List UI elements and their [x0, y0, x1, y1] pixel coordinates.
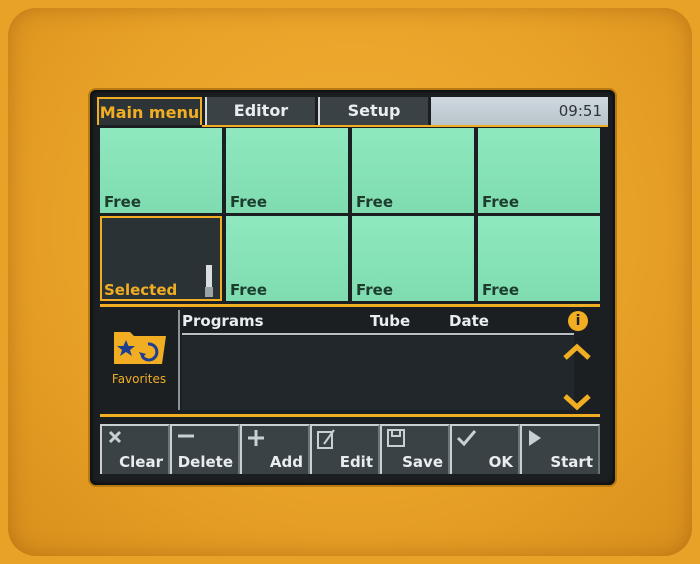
- divider: [100, 414, 600, 417]
- slot-6[interactable]: Free: [226, 216, 348, 301]
- divider: [100, 304, 600, 307]
- scroll-down-icon[interactable]: [562, 392, 592, 412]
- slot-label: Free: [230, 193, 268, 211]
- program-slot-grid: Free Free Free Free Selected Free Free F…: [100, 128, 600, 304]
- tab-setup[interactable]: Setup: [318, 97, 428, 125]
- slot-3[interactable]: Free: [352, 128, 474, 213]
- play-icon: [529, 430, 541, 446]
- plus-icon: [248, 430, 264, 446]
- clock-display: 09:51: [558, 102, 602, 120]
- checkmark-icon: [456, 430, 477, 447]
- slot-label: Free: [356, 281, 394, 299]
- slot-7[interactable]: Free: [352, 216, 474, 301]
- tab-editor[interactable]: Editor: [205, 97, 315, 125]
- edit-label: Edit: [339, 453, 373, 471]
- tab-main-menu[interactable]: Main menu: [97, 97, 202, 125]
- favorites-label: Favorites: [111, 372, 167, 386]
- floppy-disk-icon: [387, 429, 405, 447]
- program-list[interactable]: [182, 336, 574, 410]
- delete-button[interactable]: Delete: [170, 424, 240, 474]
- start-button[interactable]: Start: [520, 424, 600, 474]
- scroll-up-icon[interactable]: [562, 342, 592, 362]
- col-programs[interactable]: Programs: [182, 312, 264, 330]
- clear-label: Clear: [119, 453, 163, 471]
- minus-icon: [178, 434, 194, 438]
- folder-star-icon: [114, 332, 166, 364]
- edit-button[interactable]: Edit: [310, 424, 380, 474]
- save-button[interactable]: Save: [380, 424, 450, 474]
- tab-underline: [202, 125, 608, 127]
- tab-bar: Main menu Editor Setup 09:51: [97, 97, 608, 127]
- slot-8[interactable]: Free: [478, 216, 600, 301]
- delete-label: Delete: [177, 453, 233, 471]
- slot-label: Selected: [104, 281, 178, 299]
- x-icon: [108, 430, 122, 444]
- ok-label: OK: [488, 453, 513, 471]
- add-label: Add: [269, 453, 303, 471]
- clear-button[interactable]: Clear: [100, 424, 170, 474]
- test-tube-icon: [205, 265, 213, 297]
- slot-2[interactable]: Free: [226, 128, 348, 213]
- slot-1[interactable]: Free: [100, 128, 222, 213]
- info-icon[interactable]: i: [568, 311, 588, 331]
- favorites-button[interactable]: Favorites: [100, 310, 178, 410]
- slot-label: Free: [482, 193, 520, 211]
- touch-screen: Main menu Editor Setup 09:51 Free Free F…: [90, 90, 615, 485]
- slot-4[interactable]: Free: [478, 128, 600, 213]
- status-strip: 09:51: [431, 97, 608, 125]
- start-label: Start: [550, 453, 593, 471]
- col-date[interactable]: Date: [449, 312, 489, 330]
- slot-label: Free: [482, 281, 520, 299]
- pencil-icon: [317, 429, 335, 449]
- slot-label: Free: [356, 193, 394, 211]
- save-label: Save: [402, 453, 443, 471]
- bottom-toolbar: Clear Delete Add Edit Save OK Start: [100, 424, 600, 476]
- slot-label: Free: [230, 281, 268, 299]
- header-rule: [182, 333, 574, 335]
- add-button[interactable]: Add: [240, 424, 310, 474]
- list-header: Programs Tube Date: [182, 312, 596, 332]
- vertical-divider: [178, 310, 180, 410]
- slot-label: Free: [104, 193, 142, 211]
- col-tube[interactable]: Tube: [370, 312, 410, 330]
- ok-button[interactable]: OK: [450, 424, 520, 474]
- slot-5-selected[interactable]: Selected: [100, 216, 222, 301]
